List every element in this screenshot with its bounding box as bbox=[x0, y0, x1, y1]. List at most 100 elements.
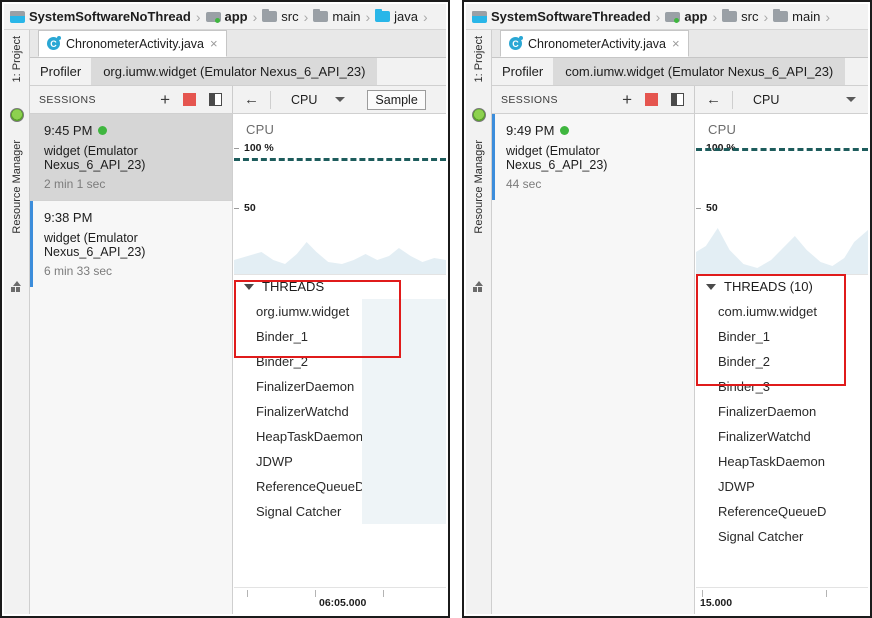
breadcrumb-item-app[interactable]: app bbox=[205, 9, 248, 24]
thread-row[interactable]: org.iumw.widget bbox=[234, 299, 446, 324]
back-icon[interactable]: ← bbox=[233, 92, 270, 107]
breadcrumb-item-src[interactable]: src bbox=[262, 9, 299, 24]
timeline-axis: 06:05.000 bbox=[234, 587, 446, 614]
tab-chronometer-activity[interactable]: C ChronometerActivity.java × bbox=[500, 30, 689, 57]
session-item[interactable]: 9:38 PM widget (Emulator Nexus_6_API_23)… bbox=[30, 201, 232, 287]
back-icon[interactable]: ← bbox=[695, 92, 732, 107]
rail-item-project[interactable]: 1: Project bbox=[473, 36, 485, 82]
add-session-icon[interactable]: + bbox=[160, 91, 170, 108]
close-icon[interactable]: × bbox=[672, 37, 680, 50]
axis-tick bbox=[826, 590, 827, 597]
thread-name: HeapTaskDaemon bbox=[256, 429, 363, 444]
sessions-list: 9:45 PM widget (Emulator Nexus_6_API_23)… bbox=[30, 114, 233, 614]
rail-item-resource-manager[interactable]: Resource Manager bbox=[11, 140, 23, 234]
threads-header[interactable]: THREADS (10) bbox=[696, 274, 868, 299]
breadcrumb-item-module[interactable]: SystemSoftwareNoThread bbox=[10, 9, 191, 24]
thread-row[interactable]: com.iumw.widget bbox=[696, 299, 868, 324]
session-name: widget (Emulator Nexus_6_API_23) bbox=[44, 144, 146, 172]
stop-icon[interactable] bbox=[183, 93, 196, 106]
session-item[interactable]: 9:45 PM widget (Emulator Nexus_6_API_23)… bbox=[30, 114, 232, 200]
cpu-chart[interactable]: CPU 100 % 50 bbox=[234, 114, 446, 275]
breadcrumb-item-module[interactable]: SystemSoftwareThreaded bbox=[472, 9, 651, 24]
thread-name: FinalizerDaemon bbox=[718, 404, 817, 419]
thread-row[interactable]: Binder_3 bbox=[696, 374, 868, 399]
chevron-down-icon[interactable] bbox=[244, 283, 254, 290]
thread-row[interactable]: HeapTaskDaemon bbox=[234, 424, 446, 449]
sample-config-button[interactable]: Sample bbox=[367, 89, 426, 110]
profiler-process-selector[interactable]: org.iumw.widget (Emulator Nexus_6_API_23… bbox=[91, 58, 378, 85]
resource-manager-icon[interactable] bbox=[10, 280, 24, 294]
thread-row[interactable]: ReferenceQueueD bbox=[696, 499, 868, 524]
axis-label-100: 100 % bbox=[244, 142, 274, 154]
threads-list[interactable]: THREADS (10) com.iumw.widget Binder_1 Bi… bbox=[696, 274, 868, 588]
breadcrumb-label: main bbox=[792, 9, 821, 24]
thread-row[interactable]: HeapTaskDaemon bbox=[696, 449, 868, 474]
breadcrumb-item-main[interactable]: main bbox=[773, 9, 820, 24]
rail-item-resource-manager[interactable]: Resource Manager bbox=[473, 140, 485, 234]
chevron-down-icon[interactable] bbox=[706, 283, 716, 290]
thread-row[interactable]: ReferenceQueueD bbox=[234, 474, 446, 499]
axis-tick bbox=[383, 590, 384, 597]
tab-label: ChronometerActivity.java bbox=[66, 36, 205, 51]
session-name: widget (Emulator Nexus_6_API_23) bbox=[506, 144, 608, 172]
folder-icon bbox=[773, 9, 789, 22]
profiler-header: Profiler com.iumw.widget (Emulator Nexus… bbox=[492, 58, 868, 86]
profiler-title: Profiler bbox=[40, 64, 82, 79]
timeline-axis: 15.000 bbox=[696, 587, 868, 614]
chevron-down-icon[interactable] bbox=[846, 97, 856, 102]
folder-blue-icon bbox=[375, 9, 391, 22]
threads-list[interactable]: THREADS org.iumw.widget Binder_1 Binder_… bbox=[234, 274, 446, 588]
cpu-toolbar: ← CPU Sample bbox=[233, 86, 446, 113]
breadcrumb-item-main[interactable]: main bbox=[313, 9, 361, 24]
android-icon[interactable] bbox=[471, 108, 486, 122]
breadcrumb-label: src bbox=[741, 9, 759, 24]
layout-icon[interactable] bbox=[209, 93, 222, 106]
breadcrumb-label: app bbox=[684, 9, 708, 24]
app-module-icon bbox=[205, 11, 221, 23]
thread-row[interactable]: FinalizerDaemon bbox=[234, 374, 446, 399]
profiler-header: Profiler org.iumw.widget (Emulator Nexus… bbox=[30, 58, 446, 86]
breadcrumb: SystemSoftwareNoThread › app › src › mai… bbox=[4, 4, 446, 30]
axis-tick bbox=[696, 208, 701, 209]
thread-row[interactable]: Binder_2 bbox=[234, 349, 446, 374]
sessions-label: SESSIONS bbox=[39, 93, 96, 106]
thread-row[interactable]: Binder_2 bbox=[696, 349, 868, 374]
thread-row[interactable]: Binder_1 bbox=[234, 324, 446, 349]
thread-row[interactable]: JDWP bbox=[234, 449, 446, 474]
cpu-threshold-line bbox=[234, 158, 446, 161]
axis-tick bbox=[315, 590, 316, 597]
close-icon[interactable]: × bbox=[210, 37, 218, 50]
session-item[interactable]: 9:49 PM widget (Emulator Nexus_6_API_23)… bbox=[492, 114, 694, 200]
session-running-dot bbox=[98, 126, 108, 135]
cpu-chart[interactable]: CPU 100 % 50 bbox=[696, 114, 868, 275]
thread-activity-track bbox=[362, 349, 446, 374]
breadcrumb-label: SystemSoftwareNoThread bbox=[29, 9, 191, 24]
thread-row[interactable]: Binder_1 bbox=[696, 324, 868, 349]
breadcrumb-item-src[interactable]: src bbox=[722, 9, 758, 24]
breadcrumb-item-app[interactable]: app bbox=[665, 9, 707, 24]
thread-row[interactable]: FinalizerWatchd bbox=[696, 424, 868, 449]
thread-activity-track bbox=[362, 299, 446, 324]
tab-chronometer-activity[interactable]: C ChronometerActivity.java × bbox=[38, 30, 227, 57]
rail-item-project[interactable]: 1: Project bbox=[11, 36, 23, 82]
axis-tick bbox=[247, 590, 248, 597]
thread-row[interactable]: Signal Catcher bbox=[696, 524, 868, 549]
sessions-actions: + bbox=[160, 91, 232, 108]
profiler-process-selector[interactable]: com.iumw.widget (Emulator Nexus_6_API_23… bbox=[553, 58, 846, 85]
chevron-down-icon[interactable] bbox=[335, 97, 346, 102]
thread-activity-track bbox=[362, 374, 446, 399]
stop-icon[interactable] bbox=[645, 93, 658, 106]
thread-row[interactable]: Signal Catcher bbox=[234, 499, 446, 524]
breadcrumb: SystemSoftwareThreaded › app › src › mai… bbox=[466, 4, 868, 30]
breadcrumb-item-java[interactable]: java bbox=[375, 9, 418, 24]
threads-header[interactable]: THREADS bbox=[234, 274, 446, 299]
layout-icon[interactable] bbox=[671, 93, 684, 106]
breadcrumb-label: src bbox=[281, 9, 299, 24]
thread-row[interactable]: JDWP bbox=[696, 474, 868, 499]
resource-manager-icon[interactable] bbox=[472, 280, 486, 294]
android-icon[interactable] bbox=[9, 108, 24, 122]
thread-row[interactable]: FinalizerDaemon bbox=[696, 399, 868, 424]
thread-row[interactable]: FinalizerWatchd bbox=[234, 399, 446, 424]
add-session-icon[interactable]: + bbox=[622, 91, 632, 108]
editor-tab-strip: C ChronometerActivity.java × bbox=[30, 30, 446, 58]
